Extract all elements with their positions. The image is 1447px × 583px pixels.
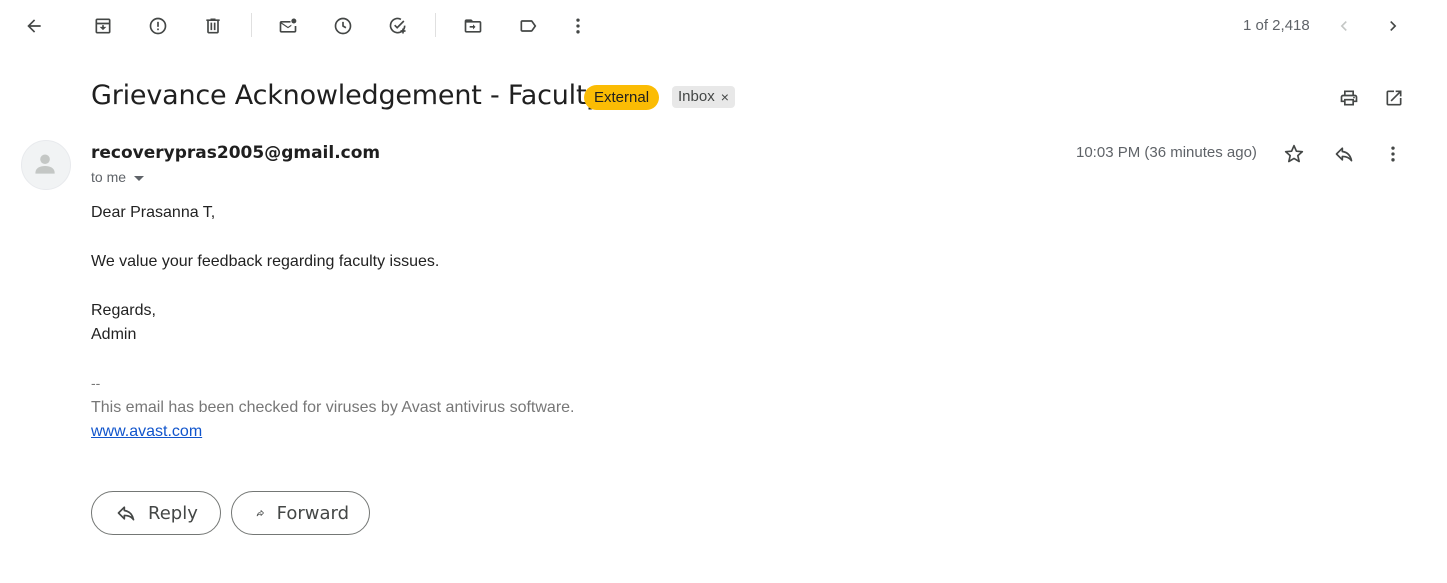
archive-icon[interactable] xyxy=(83,6,123,46)
email-subject: Grievance Acknowledgement - Faculty xyxy=(91,80,603,111)
person-icon xyxy=(35,154,55,174)
forward-icon xyxy=(256,510,264,517)
star-icon[interactable] xyxy=(1274,134,1314,174)
inbox-label-text: Inbox xyxy=(678,88,715,105)
recipient-details-toggle[interactable]: to me xyxy=(91,169,145,185)
labels-icon[interactable] xyxy=(508,6,548,46)
message-more-icon[interactable] xyxy=(1373,134,1413,174)
inbox-label-chip[interactable]: Inbox × xyxy=(672,86,735,108)
mark-unread-icon[interactable] xyxy=(268,6,308,46)
delete-icon[interactable] xyxy=(193,6,233,46)
older-chevron-icon[interactable] xyxy=(1373,6,1413,46)
forward-label: Forward xyxy=(276,502,349,524)
back-arrow-icon[interactable] xyxy=(14,6,54,46)
remove-label-icon[interactable]: × xyxy=(721,86,729,108)
print-icon[interactable] xyxy=(1329,78,1369,118)
avast-note: This email has been checked for viruses … xyxy=(91,399,575,416)
move-to-icon[interactable] xyxy=(453,6,493,46)
greeting-text: Dear Prasanna T, xyxy=(91,204,216,221)
recipient-text: to me xyxy=(91,169,127,185)
report-spam-icon[interactable] xyxy=(138,6,178,46)
sender-email[interactable]: recoverypras2005@gmail.com xyxy=(91,143,380,163)
add-to-tasks-icon[interactable] xyxy=(378,6,418,46)
snooze-icon[interactable] xyxy=(323,6,363,46)
avatar[interactable] xyxy=(21,140,71,190)
more-vert-icon[interactable] xyxy=(558,6,598,46)
reply-button[interactable]: Reply xyxy=(91,491,221,535)
forward-button[interactable]: Forward xyxy=(231,491,370,535)
reply-icon xyxy=(117,506,135,521)
pagination-text: 1 of 2,418 xyxy=(1243,17,1310,34)
email-timestamp: 10:03 PM (36 minutes ago) xyxy=(1076,144,1257,161)
caret-down-icon xyxy=(134,175,145,181)
reply-label: Reply xyxy=(148,502,198,524)
signature-separator: -- xyxy=(91,375,101,391)
body-line: We value your feedback regarding faculty… xyxy=(91,253,440,270)
avast-link[interactable]: www.avast.com xyxy=(91,423,202,441)
external-badge: External xyxy=(584,85,660,110)
newer-chevron-icon[interactable] xyxy=(1324,6,1364,46)
open-in-new-window-icon[interactable] xyxy=(1374,78,1414,118)
signature-name: Admin xyxy=(91,326,137,343)
reply-icon[interactable] xyxy=(1324,134,1364,174)
regards-text: Regards, xyxy=(91,302,156,319)
